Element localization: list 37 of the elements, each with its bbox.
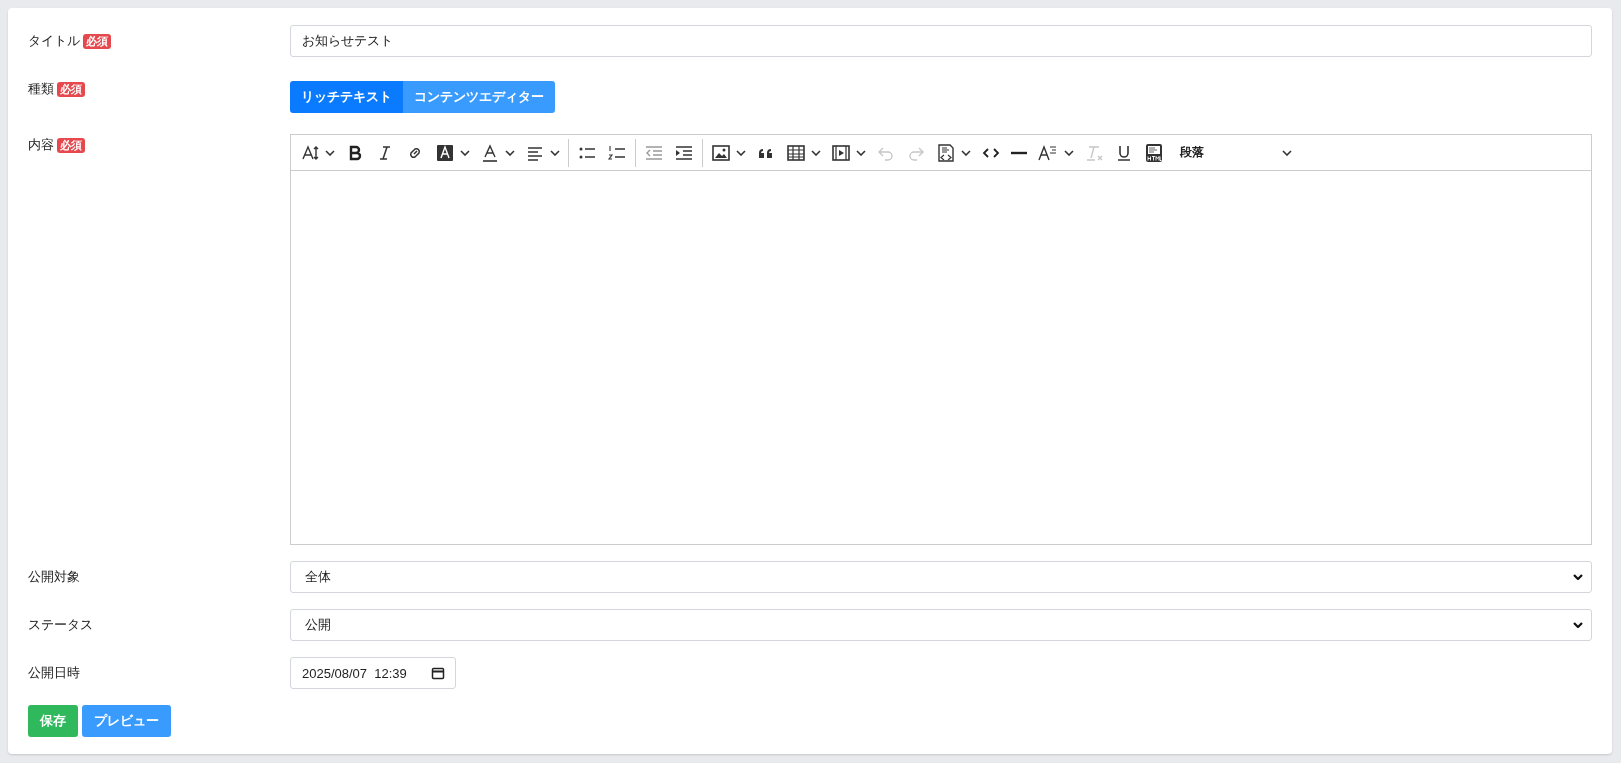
chevron-down-icon <box>961 149 971 156</box>
required-badge: 必須 <box>57 81 85 97</box>
rich-text-editor[interactable]: 段落 <box>290 134 1592 545</box>
chevron-down-icon <box>856 149 866 156</box>
text-color-icon <box>480 142 500 163</box>
select-dropdown[interactable]: 全体 <box>290 561 1592 593</box>
block-format-dropdown[interactable]: 段落 <box>1175 137 1297 168</box>
title-input-field[interactable]: お知らせテスト <box>290 25 1592 57</box>
html-source-icon <box>1144 142 1164 163</box>
required-badge: 必須 <box>83 33 111 49</box>
video-icon <box>831 142 851 163</box>
field-label: 公開対象 <box>28 568 80 586</box>
chevron-down-icon <box>1064 149 1074 156</box>
field-label: 種類 <box>28 80 54 98</box>
type-toggle-button[interactable]: リッチテキスト <box>290 81 403 113</box>
highlight-icon <box>435 142 455 163</box>
field-label: 公開日時 <box>28 664 80 682</box>
horizontal-rule-icon <box>1011 150 1027 155</box>
chevron-down-icon <box>1282 149 1292 156</box>
required-badge: 必須 <box>57 137 85 153</box>
chevron-down-icon <box>1573 574 1583 580</box>
chevron-down-icon <box>550 149 560 156</box>
field-label: タイトル <box>28 32 80 50</box>
template-icon <box>936 142 956 163</box>
chevron-down-icon <box>325 149 335 156</box>
datetime-input-field[interactable]: 2025/08/07 12:39 <box>290 657 456 689</box>
field-label: 内容 <box>28 136 54 154</box>
chevron-down-icon <box>1573 622 1583 628</box>
field-label: ステータス <box>28 616 93 634</box>
calendar-icon <box>431 666 445 680</box>
table-icon <box>786 142 806 163</box>
chevron-down-icon <box>505 149 515 156</box>
chevron-down-icon <box>460 149 470 156</box>
chevron-down-icon <box>811 149 821 156</box>
select-dropdown[interactable]: 公開 <box>290 609 1592 641</box>
chevron-down-icon <box>736 149 746 156</box>
image-icon <box>711 142 731 163</box>
